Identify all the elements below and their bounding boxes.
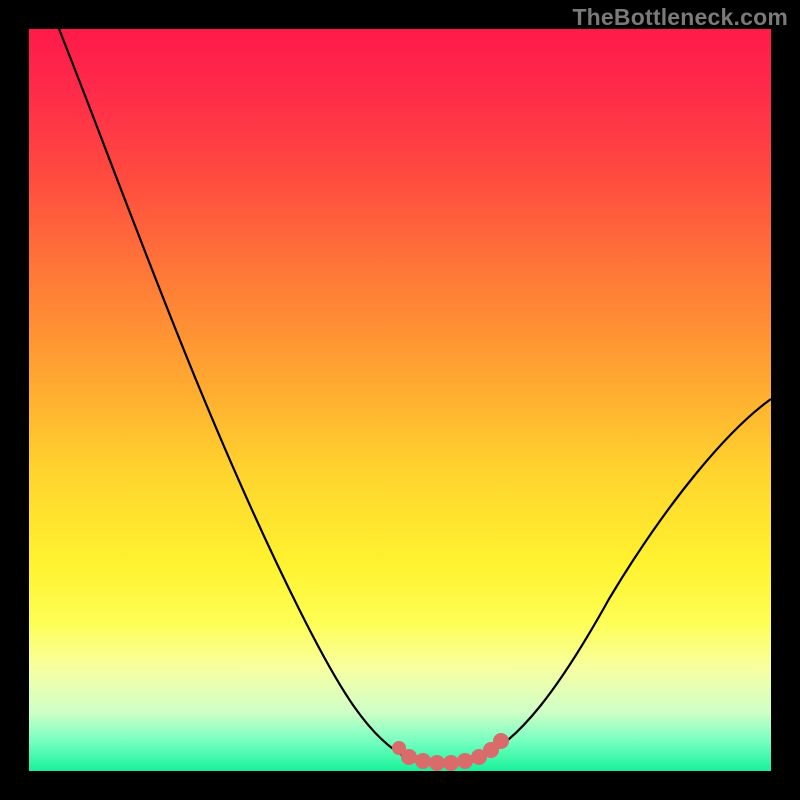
curve-path (59, 29, 771, 765)
chart-area (29, 29, 771, 771)
watermark-text: TheBottleneck.com (572, 4, 788, 31)
bottleneck-curve (29, 29, 771, 771)
